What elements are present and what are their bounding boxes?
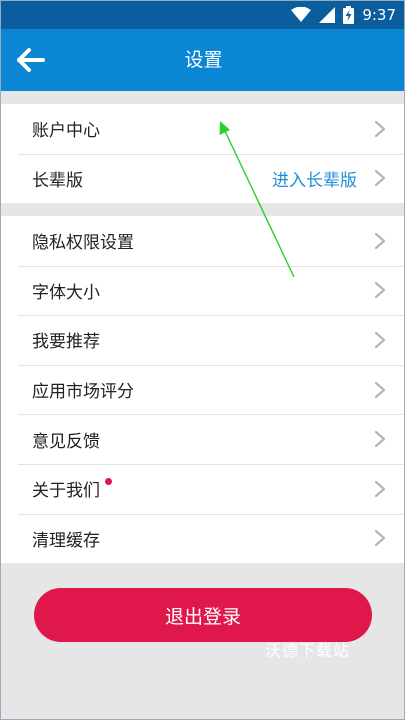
watermark-text: 沃德下载站 [265, 641, 351, 660]
battery-charging-icon [343, 6, 355, 24]
wifi-icon [291, 7, 312, 22]
enter-elder-mode-link[interactable]: 进入长辈版 [272, 166, 357, 191]
settings-item-clear-cache[interactable]: 清理缓存 [1, 513, 404, 564]
settings-item-account-center[interactable]: 账户中心 [1, 104, 404, 154]
chevron-right-icon [374, 431, 386, 448]
settings-item-label: 隐私权限设置 [32, 233, 134, 254]
chevron-right-icon [374, 232, 386, 249]
settings-group-general: 隐私权限设置 字体大小 我要推荐 应用市场评分 意见反馈 关于我们 清理缓存 [1, 216, 404, 564]
status-time: 9:37 [362, 6, 396, 24]
chevron-right-icon [374, 480, 386, 497]
settings-item-label: 关于我们 [32, 481, 100, 502]
back-arrow-icon [17, 48, 45, 72]
page-title: 设置 [184, 49, 223, 71]
settings-item-label: 我要推荐 [32, 332, 100, 353]
signal-icon [319, 7, 336, 23]
chevron-right-icon [374, 381, 386, 398]
title-bar: 设置 [1, 29, 404, 91]
settings-screen: 9:37 设置 账户中心 长辈版 进入长辈版 隐私权限设置 字体大小 我要推荐 … [0, 0, 405, 720]
chevron-right-icon [374, 170, 386, 187]
settings-item-label: 长辈版 [32, 170, 83, 191]
settings-item-elder-mode[interactable]: 长辈版 进入长辈版 [1, 153, 404, 204]
chevron-right-icon [374, 530, 386, 547]
settings-item-about-us[interactable]: 关于我们 [1, 463, 404, 514]
settings-item-label: 字体大小 [32, 282, 100, 303]
back-button[interactable] [11, 43, 51, 77]
notification-dot [105, 477, 112, 485]
settings-item-label: 意见反馈 [32, 431, 100, 452]
settings-item-feedback[interactable]: 意见反馈 [1, 414, 404, 464]
settings-item-privacy[interactable]: 隐私权限设置 [1, 216, 404, 266]
chevron-right-icon [374, 331, 386, 349]
chevron-right-icon [374, 120, 386, 137]
settings-item-rate-app[interactable]: 应用市场评分 [1, 364, 404, 415]
settings-group-account: 账户中心 长辈版 进入长辈版 [1, 104, 404, 204]
settings-item-label: 账户中心 [32, 121, 100, 142]
chevron-right-icon [374, 282, 386, 299]
settings-item-label: 应用市场评分 [32, 382, 134, 403]
status-bar: 9:37 [1, 1, 404, 29]
logout-button[interactable]: 退出登录 [34, 588, 372, 642]
settings-item-recommend[interactable]: 我要推荐 [1, 315, 404, 365]
settings-item-font-size[interactable]: 字体大小 [1, 265, 404, 316]
settings-item-label: 清理缓存 [32, 530, 100, 551]
